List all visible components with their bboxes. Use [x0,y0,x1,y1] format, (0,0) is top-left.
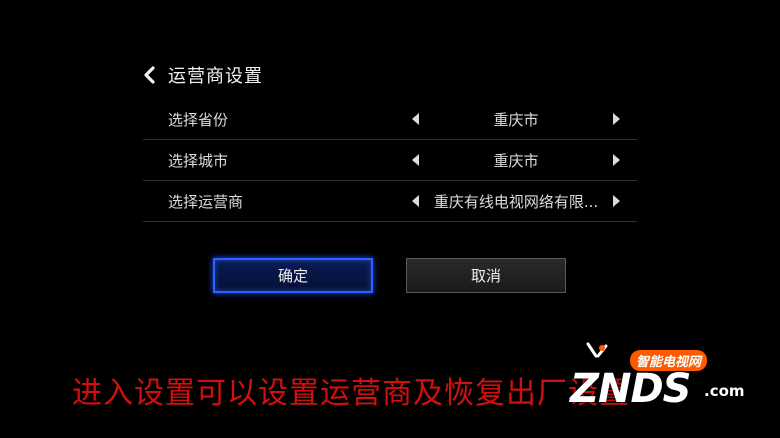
arrow-left-icon[interactable] [411,194,421,208]
setting-row-province[interactable]: 选择省份 重庆市 [143,99,637,140]
arrow-left-icon[interactable] [411,153,421,167]
setting-label: 选择省份 [168,110,229,129]
setting-value: 重庆市 [493,110,539,129]
setting-label: 选择运营商 [168,192,244,211]
znds-watermark-logo: 智能电视网 ZNDS .com [566,340,766,420]
confirm-button[interactable]: 确定 [213,258,373,293]
setting-value: 重庆市 [493,151,539,170]
cancel-button[interactable]: 取消 [406,258,566,293]
watermark-brand: ZNDS [570,366,691,412]
setting-row-operator[interactable]: 选择运营商 重庆有线电视网络有限... [143,181,637,222]
watermark-suffix: .com [704,382,745,400]
operator-settings-screen: 运营商设置 选择省份 重庆市 选择城市 重庆市 选择运营商 重庆有线电视网络有限… [0,0,780,438]
caption-text: 进入设置可以设置运营商及恢复出厂设置 [72,376,630,411]
arrow-right-icon[interactable] [611,112,621,126]
arrow-left-icon[interactable] [411,112,421,126]
chevron-left-icon[interactable] [140,65,158,85]
page-title: 运营商设置 [168,66,263,87]
arrow-right-icon[interactable] [611,194,621,208]
arrow-right-icon[interactable] [611,153,621,167]
header: 运营商设置 [140,60,263,90]
setting-row-city[interactable]: 选择城市 重庆市 [143,140,637,181]
settings-list: 选择省份 重庆市 选择城市 重庆市 选择运营商 重庆有线电视网络有限... [143,99,637,222]
setting-value: 重庆有线电视网络有限... [433,192,599,211]
setting-label: 选择城市 [168,151,229,170]
